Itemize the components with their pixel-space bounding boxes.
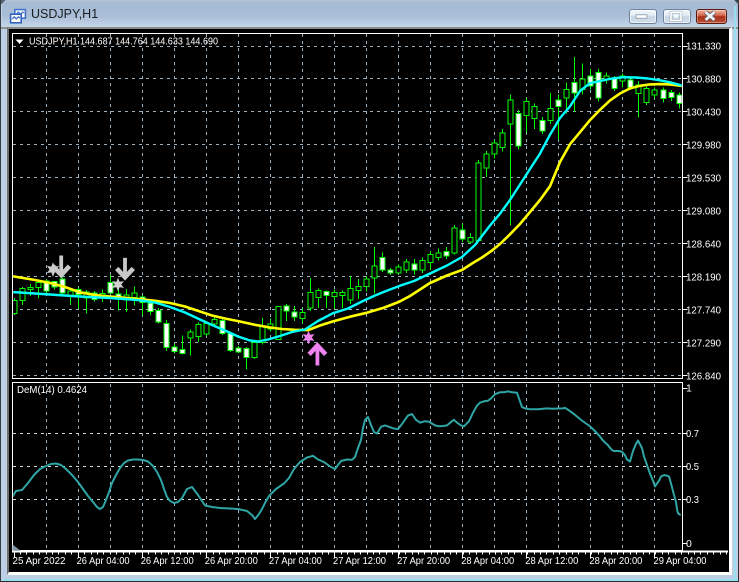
svg-text:28 Apr 20:00: 28 Apr 20:00: [589, 555, 642, 567]
svg-text:128.190: 128.190: [686, 271, 721, 283]
svg-text:129.980: 129.980: [686, 139, 721, 151]
svg-text:26 Apr 20:00: 26 Apr 20:00: [205, 555, 258, 567]
svg-text:28 Apr 12:00: 28 Apr 12:00: [525, 555, 578, 567]
svg-text:29 Apr 04:00: 29 Apr 04:00: [654, 555, 707, 567]
svg-text:128.640: 128.640: [686, 238, 721, 250]
svg-text:26 Apr 04:00: 26 Apr 04:00: [77, 555, 130, 567]
svg-text:127.290: 127.290: [686, 337, 721, 349]
svg-text:0.3: 0.3: [686, 494, 699, 506]
svg-text:27 Apr 04:00: 27 Apr 04:00: [269, 555, 322, 567]
svg-text:25 Apr 2022: 25 Apr 2022: [13, 555, 66, 567]
svg-text:DeM(14) 0.4624: DeM(14) 0.4624: [17, 384, 87, 396]
svg-text:126.840: 126.840: [686, 370, 721, 382]
svg-text:127.740: 127.740: [686, 304, 721, 316]
svg-text:129.080: 129.080: [686, 205, 721, 217]
svg-text:130.430: 130.430: [686, 107, 721, 119]
svg-text:26 Apr 12:00: 26 Apr 12:00: [141, 555, 194, 567]
svg-text:129.530: 129.530: [686, 172, 721, 184]
svg-text:1: 1: [686, 383, 692, 395]
svg-text:130.880: 130.880: [686, 74, 721, 86]
svg-text:27 Apr 20:00: 27 Apr 20:00: [397, 555, 450, 567]
svg-text:0.7: 0.7: [686, 428, 699, 440]
svg-text:USDJPY,H1 144.687 144.764 144.: USDJPY,H1 144.687 144.764 144.633 144.69…: [29, 36, 218, 48]
svg-text:27 Apr 12:00: 27 Apr 12:00: [333, 555, 386, 567]
svg-text:0.5: 0.5: [686, 461, 699, 473]
svg-text:131.330: 131.330: [686, 41, 721, 53]
svg-text:0: 0: [686, 538, 692, 550]
svg-text:28 Apr 04:00: 28 Apr 04:00: [461, 555, 514, 567]
